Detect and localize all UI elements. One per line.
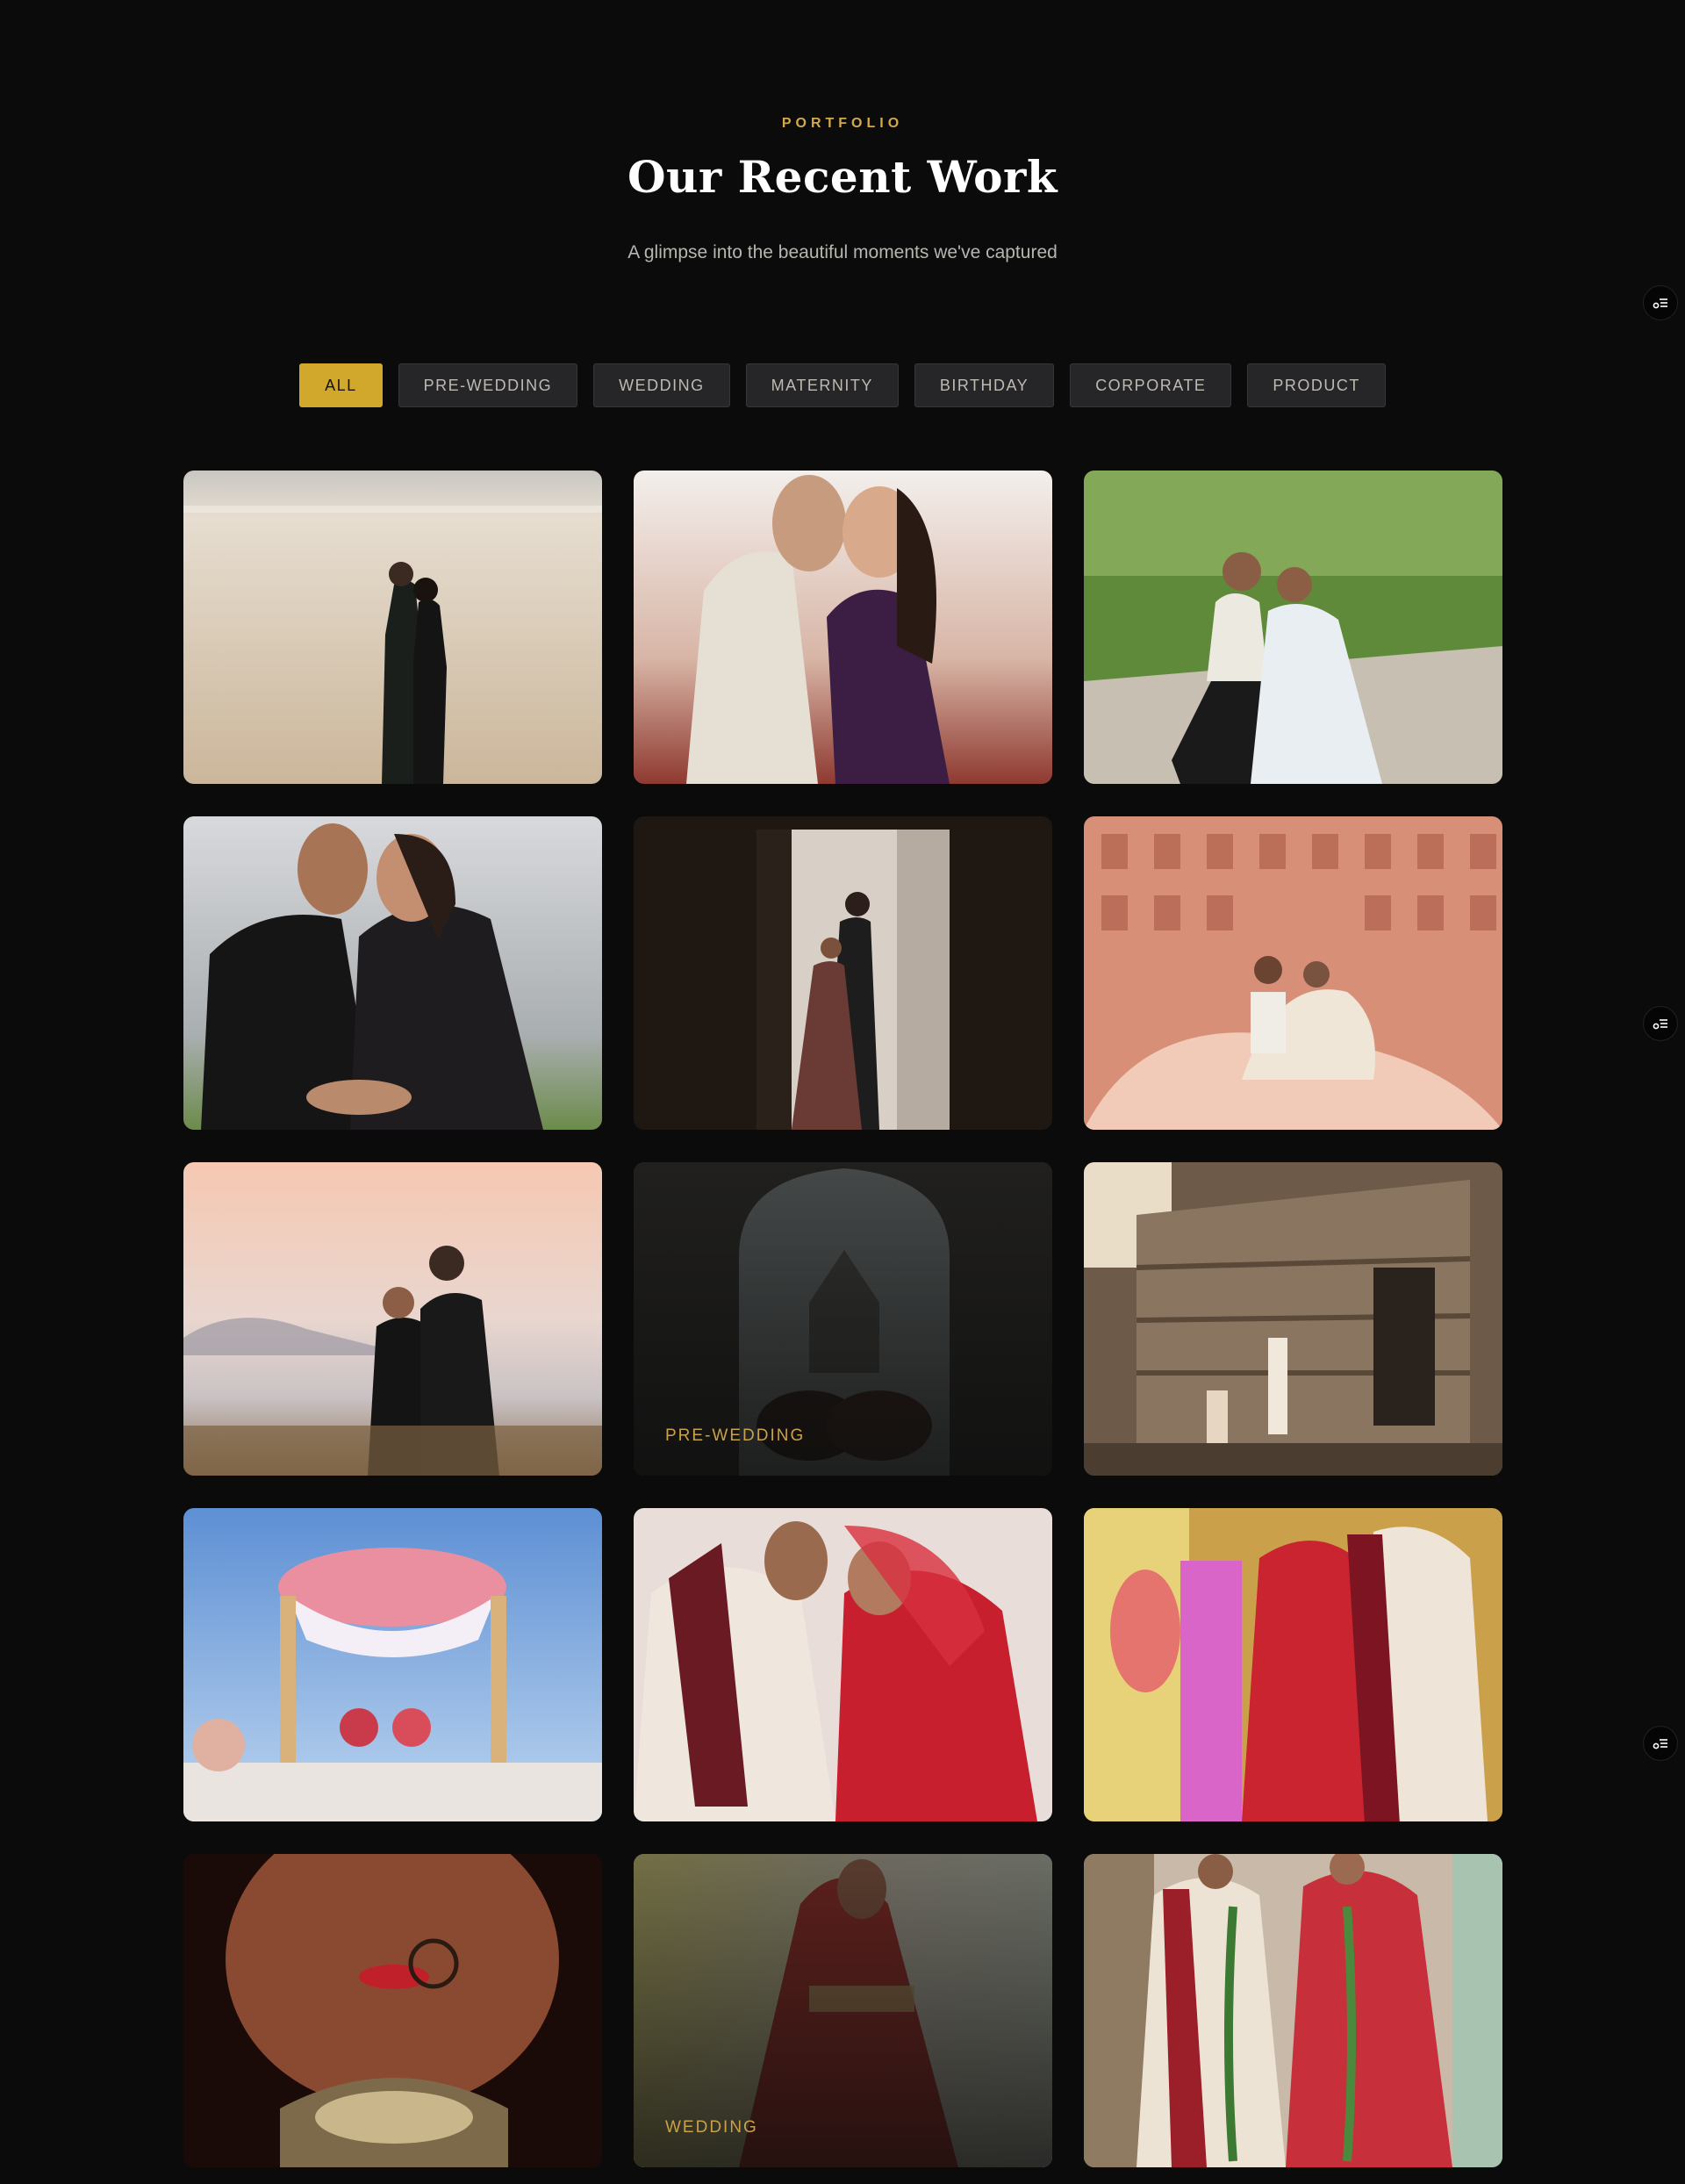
filter-birthday-button[interactable]: BIRTHDAY (914, 363, 1055, 407)
gallery-item[interactable]: WEDDING (634, 1854, 1052, 2167)
gallery-item[interactable] (1084, 816, 1502, 1130)
filter-all-button[interactable]: ALL (299, 363, 383, 407)
filter-maternity-button[interactable]: MATERNITY (745, 363, 899, 407)
floating-settings-button[interactable] (1643, 1726, 1678, 1761)
settings-list-icon (1653, 1739, 1667, 1749)
gallery-item[interactable] (183, 471, 602, 784)
gallery-item[interactable] (634, 471, 1052, 784)
gallery-item[interactable] (183, 1854, 602, 2167)
couple-hawa-mahal-photo (1084, 816, 1502, 1130)
gallery-item[interactable] (1084, 471, 1502, 784)
floating-settings-button[interactable] (1643, 285, 1678, 320)
section-title: Our Recent Work (627, 151, 1058, 203)
filter-pre-wedding-button[interactable]: PRE-WEDDING (398, 363, 578, 407)
portfolio-gallery: PRE-WEDDING WEDDING (183, 471, 1502, 2167)
gallery-item[interactable] (1084, 1854, 1502, 2167)
couple-lake-sunset-photo (183, 1162, 602, 1476)
gallery-item[interactable] (183, 816, 602, 1130)
section-subtitle: A glimpse into the beautiful moments we'… (627, 242, 1058, 262)
wedding-mandap-photo (183, 1508, 602, 1821)
couple-black-outfits-photo (183, 816, 602, 1130)
bride-groom-embrace-photo (634, 1508, 1052, 1821)
section-eyebrow: PORTFOLIO (781, 116, 904, 131)
filter-product-button[interactable]: PRODUCT (1247, 363, 1386, 407)
settings-list-icon (1653, 1019, 1667, 1030)
category-label: PRE-WEDDING (665, 1426, 806, 1445)
bride-groom-ritual-photo (1084, 1508, 1502, 1821)
category-label: WEDDING (665, 2118, 758, 2137)
gallery-item[interactable] (634, 816, 1052, 1130)
couple-forehead-touch-photo (634, 471, 1052, 784)
gallery-item[interactable] (1084, 1508, 1502, 1821)
floating-settings-button[interactable] (1643, 1006, 1678, 1041)
gallery-item[interactable] (1084, 1162, 1502, 1476)
settings-list-icon (1653, 298, 1667, 309)
gallery-item[interactable] (183, 1162, 602, 1476)
filter-corporate-button[interactable]: CORPORATE (1070, 363, 1232, 407)
couple-stone-temple-photo (1084, 1162, 1502, 1476)
couple-seated-grass-photo (1084, 471, 1502, 784)
category-filter-bar: ALL PRE-WEDDING WEDDING MATERNITY BIRTHD… (0, 363, 1685, 407)
gallery-item[interactable] (634, 1508, 1052, 1821)
gallery-item[interactable]: PRE-WEDDING (634, 1162, 1052, 1476)
couple-beach-photo (183, 471, 602, 784)
filter-wedding-button[interactable]: WEDDING (593, 363, 730, 407)
bride-groom-garlands-photo (1084, 1854, 1502, 2167)
couple-doorway-photo (634, 816, 1052, 1130)
bride-closeup-photo (183, 1854, 602, 2167)
gallery-item[interactable] (183, 1508, 602, 1821)
